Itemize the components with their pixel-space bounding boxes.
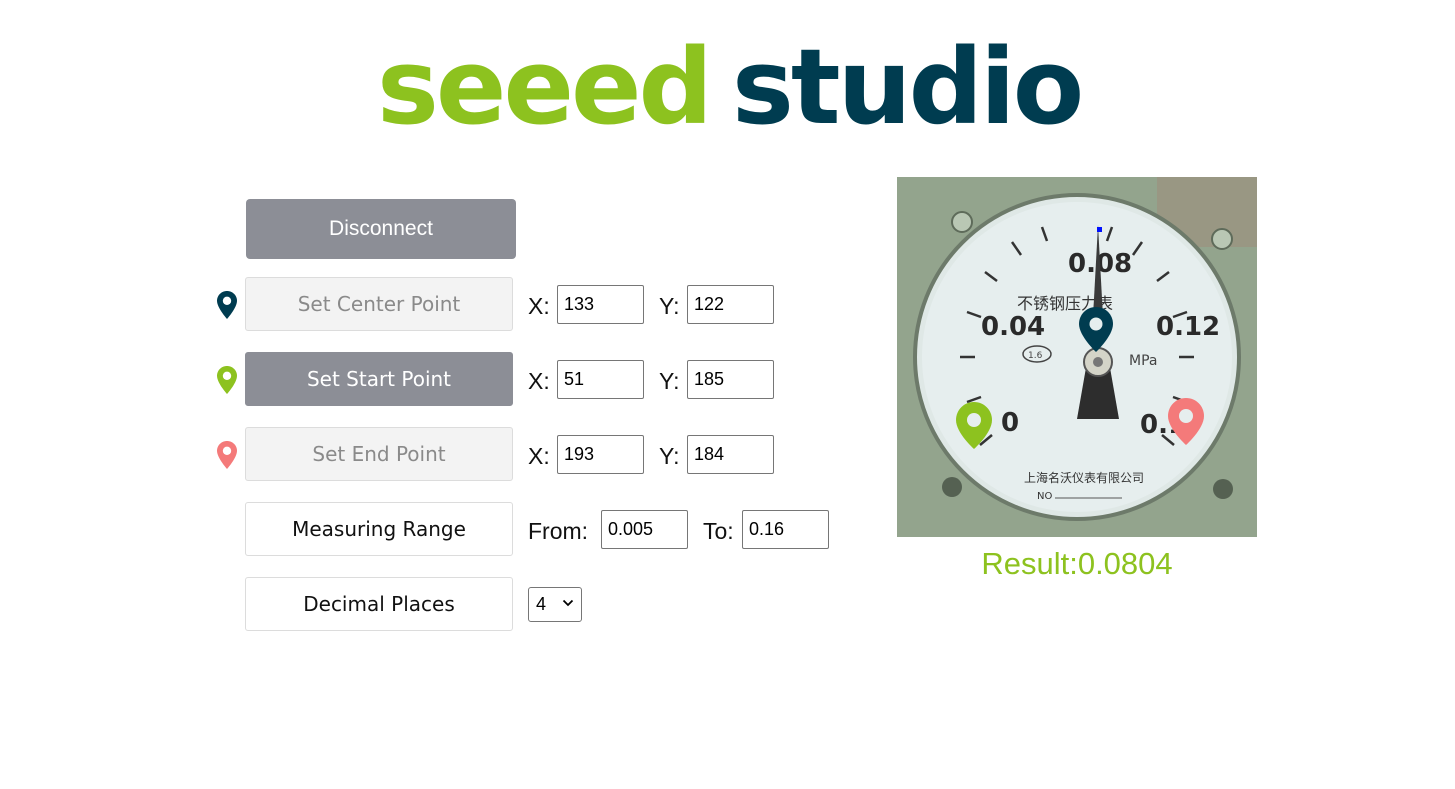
center-y-input[interactable]	[687, 285, 774, 324]
gauge-serial-text: NO	[1037, 491, 1052, 502]
range-from-label: From:	[528, 518, 589, 544]
app-page: seeed studio Disconnect Set Center Point …	[0, 0, 1455, 789]
disconnect-button[interactable]: Disconnect	[246, 199, 516, 259]
center-x-label: X:	[528, 293, 550, 319]
end-x-input[interactable]	[557, 435, 644, 474]
decimal-places-button[interactable]: Decimal Places	[245, 577, 513, 631]
logo-studio-text: studio	[731, 26, 1084, 148]
gauge-camera-image[interactable]: 0 0.04 0.08 0.12 0.1 不锈钢压力表 MPa 1.6 上海名沃…	[897, 177, 1257, 537]
start-x-label: X:	[528, 368, 550, 394]
start-y-label: Y:	[659, 368, 680, 394]
end-y-input[interactable]	[687, 435, 774, 474]
decimal-places-value: 4	[536, 594, 547, 614]
start-x-input[interactable]	[557, 360, 644, 399]
result-text: Result:0.0804	[981, 546, 1173, 581]
decimal-places-select[interactable]: 4	[528, 587, 582, 622]
range-to-label: To:	[703, 518, 734, 544]
range-to-input[interactable]	[742, 510, 829, 549]
center-x-input[interactable]	[557, 285, 644, 324]
gauge-unit-text: MPa	[1129, 353, 1157, 369]
measuring-range-button[interactable]: Measuring Range	[245, 502, 513, 556]
end-x-label: X:	[528, 443, 550, 469]
set-start-point-button[interactable]: Set Start Point	[245, 352, 513, 406]
end-map-pin-icon	[216, 440, 238, 470]
gauge-tick-0: 0	[1001, 408, 1019, 438]
range-from-input[interactable]	[601, 510, 688, 549]
gauge-badge-text: 1.6	[1028, 351, 1043, 361]
gauge-tick-004: 0.04	[981, 312, 1045, 342]
logo-seeed-text: seeed	[377, 26, 713, 148]
gauge-tick-012: 0.12	[1156, 312, 1220, 342]
center-y-label: Y:	[659, 293, 680, 319]
start-map-pin-icon	[216, 365, 238, 395]
chevron-down-icon	[562, 599, 574, 607]
gauge-maker-text: 上海名沃仪表有限公司	[1024, 470, 1144, 485]
set-end-point-button[interactable]: Set End Point	[245, 427, 513, 481]
seeed-studio-logo: seeed studio	[377, 22, 1117, 152]
start-y-input[interactable]	[687, 360, 774, 399]
center-map-pin-icon	[216, 290, 238, 320]
set-center-point-button[interactable]: Set Center Point	[245, 277, 513, 331]
end-y-label: Y:	[659, 443, 680, 469]
